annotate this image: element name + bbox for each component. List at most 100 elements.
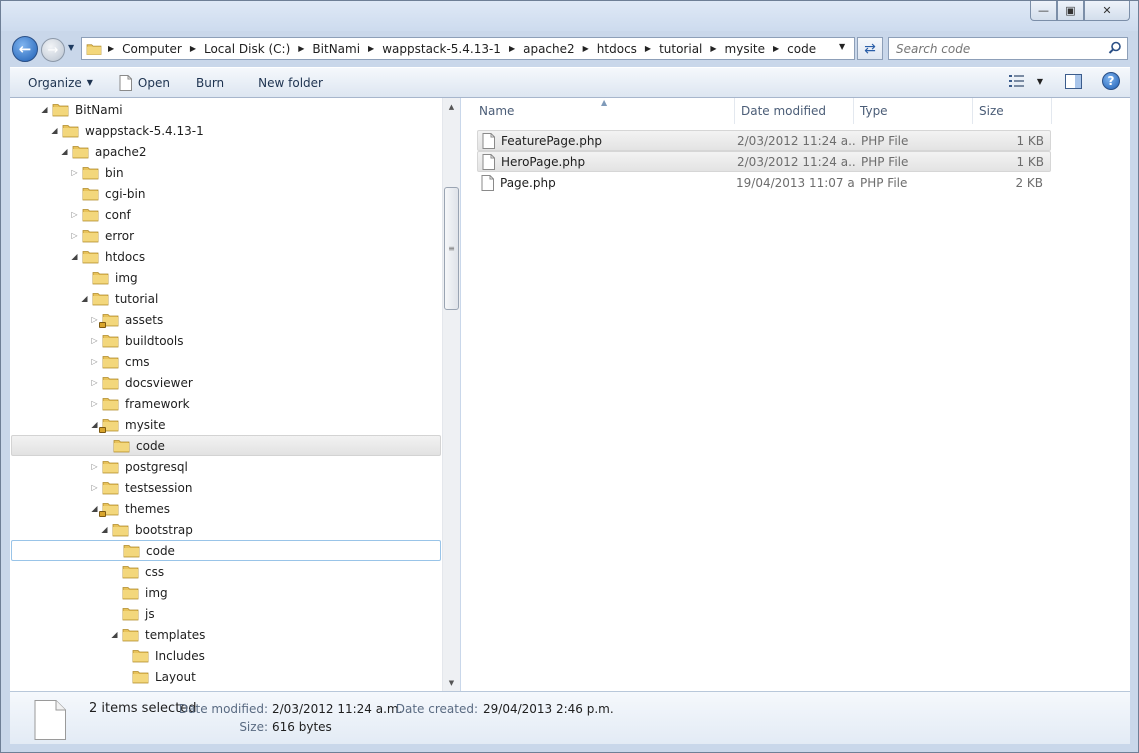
tree-item-label: wappstack-5.4.13-1 xyxy=(85,123,204,138)
tree-item[interactable]: code xyxy=(11,435,441,456)
tree-item[interactable]: img xyxy=(11,582,441,603)
tree-item[interactable]: ◢ themes xyxy=(11,498,441,519)
search-input[interactable] xyxy=(896,41,1101,56)
tree-item[interactable]: ◢ apache2 xyxy=(11,141,441,162)
tree-item[interactable]: ▷ error xyxy=(11,225,441,246)
breadcrumb-separator-icon[interactable]: ▶ xyxy=(643,44,653,53)
file-date: 2/03/2012 11:24 a.... xyxy=(737,133,856,148)
tree-item[interactable]: ▷ bin xyxy=(11,162,441,183)
tree-expanded-icon[interactable]: ◢ xyxy=(109,630,120,639)
tree-expanded-icon[interactable]: ◢ xyxy=(79,294,90,303)
file-type: PHP File xyxy=(861,133,909,148)
column-header-type[interactable]: Type xyxy=(853,98,973,124)
navigation-scrollbar[interactable]: ▲ ≡ ▼ xyxy=(442,98,460,691)
breadcrumb-separator-icon[interactable]: ▶ xyxy=(581,44,591,53)
tree-item[interactable]: ◢ bootstrap xyxy=(11,519,441,540)
chevron-down-icon: ▼ xyxy=(86,78,93,87)
maximize-button[interactable]: ▣ xyxy=(1057,1,1084,21)
breadcrumb-item[interactable]: tutorial xyxy=(653,42,708,56)
tree-item[interactable]: ▷ conf xyxy=(11,204,441,225)
tree-item[interactable]: code xyxy=(11,540,441,561)
tree-item[interactable]: ▷ assets xyxy=(11,309,441,330)
help-icon[interactable]: ? xyxy=(1102,72,1120,90)
breadcrumb-separator-icon[interactable]: ▶ xyxy=(296,44,306,53)
tree-item[interactable]: ◢ htdocs xyxy=(11,246,441,267)
tree-item[interactable]: ▷ cms xyxy=(11,351,441,372)
tree-item[interactable]: js xyxy=(11,603,441,624)
new-folder-button[interactable]: New folder xyxy=(249,71,332,95)
tree-item[interactable]: Includes xyxy=(11,645,441,666)
breadcrumb-item[interactable]: apache2 xyxy=(517,42,581,56)
breadcrumb-separator-icon[interactable]: ▶ xyxy=(771,44,781,53)
tree-expanded-icon[interactable]: ◢ xyxy=(69,252,80,261)
scroll-down-icon[interactable]: ▼ xyxy=(443,674,460,691)
column-header-size[interactable]: Size xyxy=(972,98,1052,124)
breadcrumb-separator-icon[interactable]: ▶ xyxy=(106,44,116,53)
breadcrumb-item[interactable]: mysite xyxy=(719,42,771,56)
tree-item[interactable]: ▷ postgresql xyxy=(11,456,441,477)
tree-collapsed-icon[interactable]: ▷ xyxy=(69,210,80,219)
tree-expanded-icon[interactable]: ◢ xyxy=(49,126,60,135)
minimize-button[interactable]: — xyxy=(1030,1,1057,21)
tree-collapsed-icon[interactable]: ▷ xyxy=(69,168,80,177)
tree-item[interactable]: ▷ testsession xyxy=(11,477,441,498)
organize-menu[interactable]: Organize ▼ xyxy=(19,71,102,95)
close-button[interactable]: ✕ xyxy=(1084,1,1130,21)
back-button[interactable]: ← xyxy=(12,36,38,62)
forward-button[interactable]: → xyxy=(41,38,65,62)
file-row[interactable]: HeroPage.php 2/03/2012 11:24 a.... PHP Fil… xyxy=(477,151,1051,172)
breadcrumb-item[interactable]: Computer xyxy=(116,42,188,56)
column-header-date[interactable]: Date modified xyxy=(734,98,854,124)
tree-item[interactable]: ▷ buildtools xyxy=(11,330,441,351)
scroll-up-icon[interactable]: ▲ xyxy=(443,98,460,115)
recent-pages-dropdown[interactable]: ▼ xyxy=(68,43,74,52)
navigation-pane[interactable]: ◢ BitNami ◢ wappstack-5.4.13-1 ◢ apache2 ▷ bin c… xyxy=(10,98,460,691)
tree-expanded-icon[interactable]: ◢ xyxy=(99,525,110,534)
address-history-dropdown[interactable]: ▼ xyxy=(839,42,845,51)
file-list[interactable]: Name ▲ Date modified Type Size FeaturePa… xyxy=(461,98,1130,691)
breadcrumb-item[interactable]: htdocs xyxy=(591,42,643,56)
tree-collapsed-icon[interactable]: ▷ xyxy=(89,462,100,471)
breadcrumb-item[interactable]: code xyxy=(781,42,822,56)
address-bar[interactable]: ▶ Computer ▶ Local Disk (C:) ▶ BitNami ▶ wappst… xyxy=(81,37,855,60)
tree-collapsed-icon[interactable]: ▷ xyxy=(89,357,100,366)
view-options-chevron-icon[interactable]: ▼ xyxy=(1037,77,1043,86)
tree-collapsed-icon[interactable]: ▷ xyxy=(89,336,100,345)
tree-item-label: Includes xyxy=(155,648,205,663)
tree-item[interactable]: ▷ docsviewer xyxy=(11,372,441,393)
tree-collapsed-icon[interactable]: ▷ xyxy=(89,483,100,492)
preview-pane-icon[interactable] xyxy=(1065,73,1082,89)
scroll-thumb[interactable]: ≡ xyxy=(444,187,459,310)
tree-expanded-icon[interactable]: ◢ xyxy=(59,147,70,156)
breadcrumb-item[interactable]: wappstack-5.4.13-1 xyxy=(376,42,507,56)
file-date: 2/03/2012 11:24 a.... xyxy=(737,154,856,169)
tree-expanded-icon[interactable]: ◢ xyxy=(39,105,50,114)
tree-item[interactable]: ◢ tutorial xyxy=(11,288,441,309)
change-view-button[interactable]: ▼ xyxy=(1008,75,1043,87)
tree-collapsed-icon[interactable]: ▷ xyxy=(89,399,100,408)
folder-icon xyxy=(113,438,130,453)
tree-item[interactable]: ◢ mysite xyxy=(11,414,441,435)
burn-button[interactable]: Burn xyxy=(187,71,233,95)
breadcrumb-item[interactable]: BitNami xyxy=(306,42,366,56)
refresh-button[interactable]: ⇄ xyxy=(857,37,883,60)
tree-item[interactable]: ◢ BitNami xyxy=(11,99,441,120)
tree-item[interactable]: ◢ wappstack-5.4.13-1 xyxy=(11,120,441,141)
search-icon[interactable] xyxy=(1108,41,1122,55)
breadcrumb-item[interactable]: Local Disk (C:) xyxy=(198,42,296,56)
tree-item[interactable]: ▷ framework xyxy=(11,393,441,414)
file-row[interactable]: Page.php 19/04/2013 11:07 a.... PHP File 2 … xyxy=(477,172,1051,193)
file-row[interactable]: FeaturePage.php 2/03/2012 11:24 a.... PHP … xyxy=(477,130,1051,151)
tree-item[interactable]: cgi-bin xyxy=(11,183,441,204)
tree-item[interactable]: Layout xyxy=(11,666,441,687)
tree-collapsed-icon[interactable]: ▷ xyxy=(69,231,80,240)
tree-item[interactable]: ◢ templates xyxy=(11,624,441,645)
breadcrumb-separator-icon[interactable]: ▶ xyxy=(366,44,376,53)
tree-item[interactable]: css xyxy=(11,561,441,582)
breadcrumb-separator-icon[interactable]: ▶ xyxy=(708,44,718,53)
tree-item[interactable]: img xyxy=(11,267,441,288)
breadcrumb-separator-icon[interactable]: ▶ xyxy=(507,44,517,53)
tree-collapsed-icon[interactable]: ▷ xyxy=(89,378,100,387)
open-button[interactable]: Open xyxy=(110,71,179,95)
breadcrumb-separator-icon[interactable]: ▶ xyxy=(188,44,198,53)
